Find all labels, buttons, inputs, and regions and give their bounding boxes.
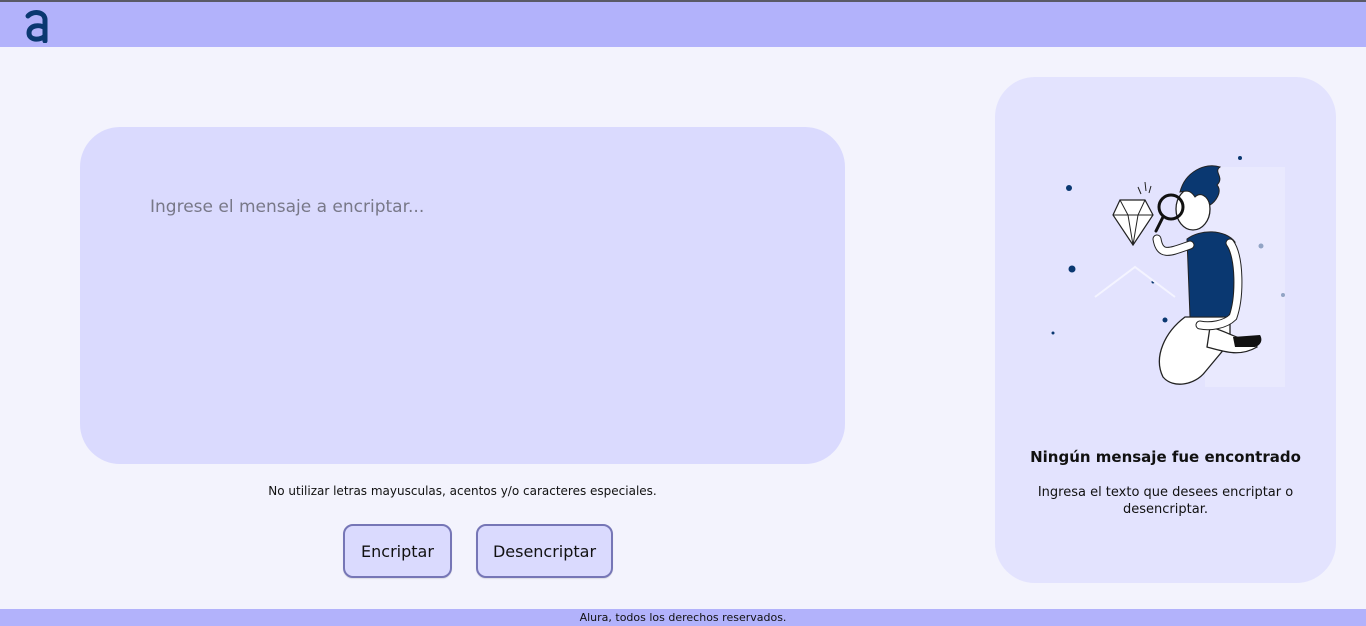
output-card: Ningún mensaje fue encontrado Ingresa el…	[995, 77, 1336, 583]
message-input-card	[80, 127, 845, 464]
message-input[interactable]	[146, 193, 794, 441]
decrypt-button[interactable]: Desencriptar	[476, 524, 613, 578]
encrypt-button[interactable]: Encriptar	[343, 524, 452, 578]
footer-text: Alura, todos los derechos reservados.	[579, 611, 787, 624]
person-with-magnifying-glass-illustration	[1051, 156, 1285, 387]
alura-logo-icon[interactable]	[24, 9, 50, 43]
header-bar	[0, 2, 1366, 47]
output-description: Ingresa el texto que desees encriptar o …	[1037, 485, 1294, 517]
output-title: Ningún mensaje fue encontrado	[1030, 448, 1301, 466]
input-hint-text: No utilizar letras mayusculas, acentos y…	[268, 484, 657, 498]
footer: Alura, todos los derechos reservados.	[0, 609, 1366, 626]
